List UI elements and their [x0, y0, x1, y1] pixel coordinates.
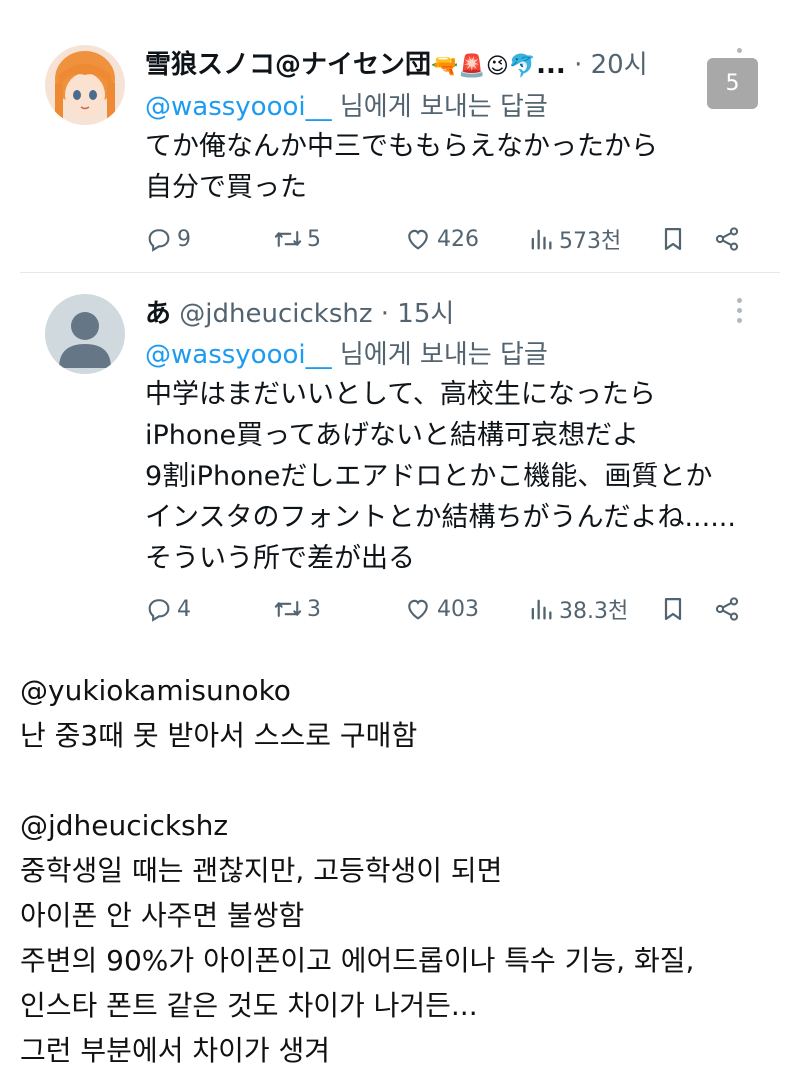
heart-icon — [403, 595, 433, 623]
reply-to-handle[interactable]: @wassyoooi__ — [145, 340, 332, 370]
bookmark-button[interactable] — [659, 592, 687, 626]
translation-line: 중학생일 때는 괜찮지만, 고등학생이 되면 — [20, 854, 503, 887]
reply-to-suffix: 님에게 보내는 답글 — [331, 92, 548, 122]
reply-count: 4 — [177, 596, 191, 622]
views-icon — [527, 225, 555, 253]
display-name[interactable]: あ — [145, 299, 171, 329]
reply-icon — [145, 225, 173, 253]
translation-line: 주변의 90%가 아이폰이고 에어드롭이나 특수 기능, 화질, — [20, 944, 695, 977]
tweet-header: あ @jdheucickshz · 15시 — [145, 293, 454, 330]
reply-to-suffix: 님에게 보내는 답글 — [331, 340, 548, 370]
user-handle[interactable]: @jdheucickshz — [179, 299, 372, 329]
reply-to-line: @wassyoooi__ 님에게 보내는 답글 — [145, 334, 548, 371]
action-bar: 4 3 403 38.3천 — [145, 592, 745, 626]
reply-to-handle[interactable]: @wassyoooi__ — [145, 92, 332, 122]
like-button[interactable]: 426 — [403, 222, 479, 256]
tweet-text: 中学はまだいいとして、高校生になったら iPhone買ってあげないと結構可哀想だ… — [145, 374, 736, 579]
views-button[interactable]: 573천 — [527, 222, 621, 256]
default-avatar[interactable] — [45, 294, 125, 374]
emoji-3: 😉 — [485, 54, 509, 79]
emoji-1: 🔫 — [431, 54, 459, 79]
action-bar: 9 5 426 573천 — [145, 222, 745, 256]
views-count: 573천 — [559, 229, 622, 254]
avatar[interactable] — [45, 45, 125, 125]
translation-line: 인스타 폰트 같은 것도 차이가 나거든... — [20, 989, 478, 1022]
tweet-line: iPhone買ってあげないと結構可哀想だよ — [145, 420, 639, 451]
translation-line: 그런 부분에서 차이가 생겨 — [20, 1034, 331, 1067]
translation-caption: @yukiokamisunoko 난 중3때 못 받아서 스스로 구매함 @jd… — [20, 668, 780, 1073]
tweet-text: てか俺なんか中三でももらえなかったから 自分で買った — [145, 126, 658, 208]
tweet-header: 雪狼スノコ@ナイセン団🔫🚨😉🐬... · 20시 — [145, 44, 648, 81]
tweet-line: 9割iPhoneだしエアドロとかこ機能、画質とか — [145, 461, 713, 492]
reply-count: 9 — [177, 226, 191, 252]
retweet-button[interactable]: 5 — [273, 222, 321, 256]
reply-icon — [145, 595, 173, 623]
display-name[interactable]: 雪狼スノコ@ナイセン団 — [145, 50, 431, 80]
tweet-line: 中学はまだいいとして、高校生になったら — [145, 379, 656, 410]
retweet-button[interactable]: 3 — [273, 592, 321, 626]
timestamp[interactable]: · 20시 — [574, 50, 648, 80]
tweet-line: てか俺なんか中三でももらえなかったから — [145, 131, 658, 162]
reply-button[interactable]: 4 — [145, 592, 191, 626]
tweet-line: そういう所で差が出る — [145, 543, 415, 574]
emoji-4: 🐬 — [508, 54, 537, 79]
tweet-line: インスタのフォントとか結構ちがうんだよね...... — [145, 502, 736, 533]
reply-to-line: @wassyoooi__ 님에게 보내는 답글 — [145, 86, 548, 123]
retweet-icon — [273, 595, 303, 623]
views-count: 38.3천 — [559, 599, 629, 624]
translation-line — [20, 758, 780, 803]
share-button[interactable] — [713, 592, 741, 626]
translation-line: 아이폰 안 사주면 불쌍함 — [20, 899, 305, 932]
share-icon — [713, 595, 741, 623]
retweet-count: 3 — [307, 596, 321, 622]
share-icon — [713, 225, 741, 253]
timestamp[interactable]: · 15시 — [381, 299, 455, 329]
translation-line: @jdheucickshz — [20, 809, 229, 842]
views-icon — [527, 595, 555, 623]
bookmark-button[interactable] — [659, 222, 687, 256]
tweet-line: 自分で買った — [145, 172, 307, 203]
bookmark-icon — [659, 225, 687, 253]
reply-button[interactable]: 9 — [145, 222, 191, 256]
translation-line: 난 중3때 못 받아서 스스로 구매함 — [20, 719, 418, 752]
translation-line: @yukiokamisunoko — [20, 674, 291, 707]
retweet-icon — [273, 225, 303, 253]
heart-icon — [403, 225, 433, 253]
name-truncation: ... — [536, 50, 566, 80]
views-button[interactable]: 38.3천 — [527, 592, 628, 626]
emoji-2: 🚨 — [458, 54, 486, 79]
divider — [20, 272, 780, 273]
retweet-count: 5 — [307, 226, 321, 252]
page-badge: 5 — [707, 58, 758, 109]
like-button[interactable]: 403 — [403, 592, 479, 626]
bookmark-icon — [659, 595, 687, 623]
like-count: 403 — [437, 596, 479, 622]
more-options-icon[interactable] — [730, 296, 750, 326]
like-count: 426 — [437, 226, 479, 252]
share-button[interactable] — [713, 222, 741, 256]
